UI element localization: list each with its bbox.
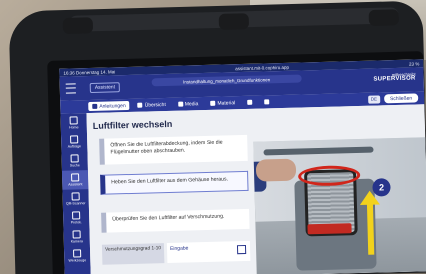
tab-material[interactable]: Material [206,98,239,108]
document-button[interactable] [243,98,256,107]
tab-label: Material [217,99,236,107]
brand-name: SUPERVISOR [373,75,416,83]
step-item[interactable]: Überprüfen Sie den Luftfilter auf Versch… [101,208,250,233]
sidebar-item-search[interactable]: Suche [61,151,87,171]
step-text: Heben Sie den Luftfilter aus dem Gehäuse… [111,176,229,186]
photo-scene: 16:36 Donnerstag 14. Mai assistant.mit-0… [0,0,426,274]
tab-label: Media [184,100,199,108]
status-time: 16:36 Donnerstag 14. Mai [63,68,116,76]
tab-label: Übersicht [144,101,166,109]
sidebar-item-tools[interactable]: Werkzeuge [64,246,90,266]
tab-uebersicht[interactable]: Übersicht [134,100,170,110]
dirt-level-row: Verschmutzungsgrad 1-10 Eingabe [101,240,251,265]
sidebar-item-orders[interactable]: Aufträge [61,132,87,152]
bookmark-icon [264,99,270,105]
step-text: Überprüfen Sie den Luftfilter auf Versch… [112,213,225,223]
wrench-icon [71,173,80,182]
main-content: Luftfilter wechseln Öffnen Sie die Luftf… [86,104,426,274]
page-title: Luftfilter wechseln [92,118,173,131]
search-icon [70,154,79,163]
filter-red-base [307,223,352,235]
keypad-icon[interactable] [236,244,247,255]
sidebar-item-label: QR-Scanner [66,201,86,206]
close-button[interactable]: Schließen [383,93,419,104]
qr-code-icon [71,192,80,201]
sidebar-item-label: Aufträge [67,144,81,149]
sidebar-item-label: Protok. [70,220,82,225]
document-icon [247,99,253,105]
assistant-tag[interactable]: Assistent [89,82,121,94]
brand-logo: mitbeschreibt SUPERVISOR [373,71,415,82]
home-icon [69,116,78,125]
menu-icon[interactable] [65,83,76,94]
sidebar-item-home[interactable]: Home [60,113,86,133]
tab-media[interactable]: Media [174,99,203,109]
header-actions: DE Schließen [367,93,424,104]
case-clip [218,13,250,30]
status-url: assistant.mit-0.cophiro.app [235,64,290,71]
step-item[interactable]: Öffnen Sie die Luftfilterabdeckung, inde… [99,134,248,165]
sidebar-item-assistant[interactable]: Assistent [61,170,89,190]
dirt-level-input[interactable]: Eingabe [166,240,251,264]
list-icon [137,102,143,108]
clipboard-icon [70,135,79,144]
sidebar-item-label: Werkzeuge [68,258,87,263]
language-button[interactable]: DE [367,94,381,104]
image-icon [177,101,183,107]
document-title: Instandhaltung_monatlich_Grundfunktionen [151,74,302,87]
case-clip [368,9,400,27]
sidebar-item-camera[interactable]: Kamera [63,227,89,247]
sidebar-item-label: Suche [69,163,80,168]
worker-hand [255,158,297,182]
instruction-photo: 2 [253,137,426,274]
tablet-screen: 16:36 Donnerstag 14. Mai assistant.mit-0… [59,59,426,274]
dirt-level-label: Verschmutzungsgrad 1-10 [101,243,165,265]
sidebar-item-label: Kamera [70,239,83,244]
tab-label: Anleitungen [99,102,126,110]
protocol-icon [72,211,81,220]
tool-icon [210,100,216,106]
sidebar-item-label: Assistent [68,182,83,187]
tab-anleitungen[interactable]: Anleitungen [88,100,130,112]
sidebar-item-label: Home [69,125,79,130]
tools-icon [73,249,82,258]
step-text: Öffnen Sie die Luftfilterabdeckung, inde… [110,139,223,156]
sidebar-item-protocol[interactable]: Protok. [63,208,89,228]
case-clip [62,17,94,35]
bookmark-button[interactable] [260,97,273,106]
status-battery: 23 % [408,60,420,67]
camera-icon [72,230,81,239]
step-item-active[interactable]: Heben Sie den Luftfilter aus dem Gehäuse… [100,170,249,195]
sidebar-item-qr[interactable]: QR-Scanner [62,189,88,209]
wrench-icon [92,103,98,109]
dirt-level-placeholder: Eingabe [169,245,189,252]
